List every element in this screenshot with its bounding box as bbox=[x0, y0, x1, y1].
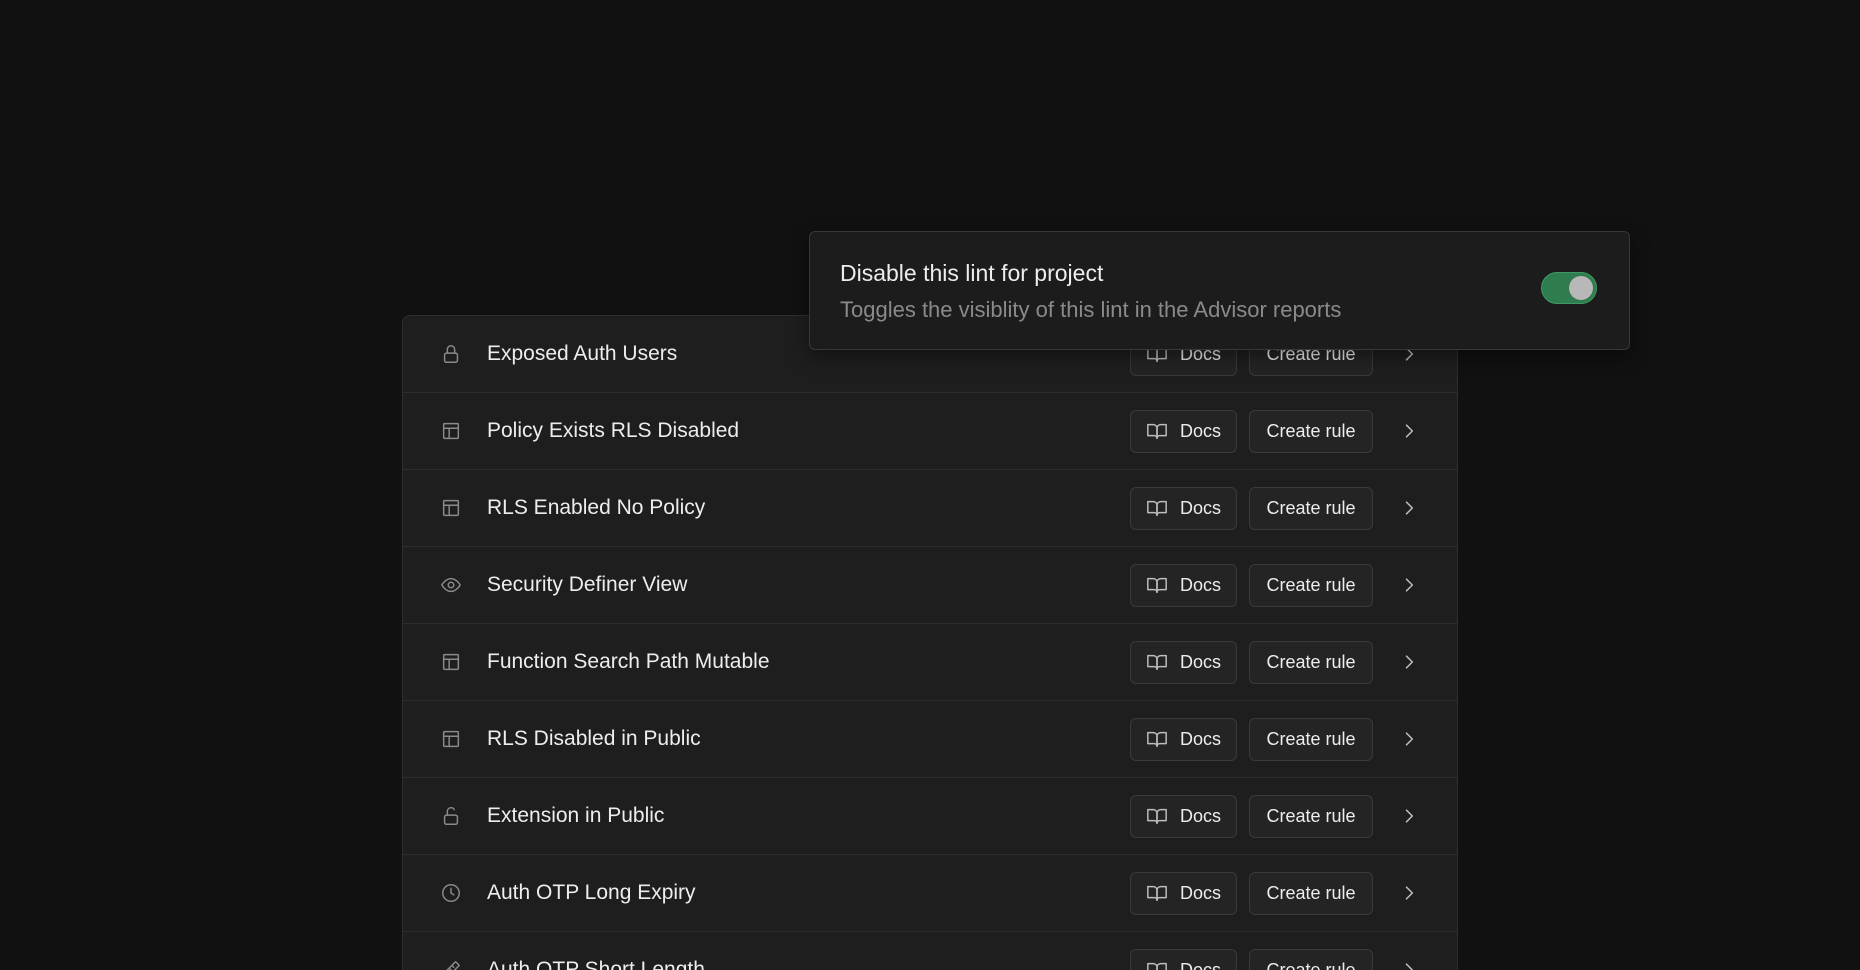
book-icon bbox=[1146, 805, 1168, 827]
book-icon bbox=[1146, 574, 1168, 596]
chevron-right-icon[interactable] bbox=[1397, 419, 1421, 443]
create-rule-button[interactable]: Create rule bbox=[1249, 871, 1373, 915]
book-icon bbox=[1146, 420, 1168, 442]
lint-title: Extension in Public bbox=[487, 804, 665, 827]
book-icon bbox=[1146, 959, 1168, 970]
chevron-right-icon[interactable] bbox=[1397, 727, 1421, 751]
ruler-icon bbox=[439, 958, 463, 970]
lint-title: Auth OTP Long Expiry bbox=[487, 881, 696, 904]
lint-title: Policy Exists RLS Disabled bbox=[487, 419, 740, 442]
lint-title: Auth OTP Short Length bbox=[487, 958, 705, 970]
lint-title: Security Definer View bbox=[487, 573, 688, 596]
table-icon bbox=[439, 496, 463, 520]
popover-description: Toggles the visiblity of this lint in th… bbox=[840, 297, 1342, 322]
create-rule-label: Create rule bbox=[1266, 959, 1356, 970]
book-icon bbox=[1146, 651, 1168, 673]
lint-row[interactable]: Auth OTP Short Length Docs Create rule bbox=[403, 932, 1457, 970]
docs-button[interactable]: Docs bbox=[1130, 486, 1237, 530]
unlock-icon bbox=[439, 804, 463, 828]
create-rule-label: Create rule bbox=[1266, 574, 1356, 595]
docs-button[interactable]: Docs bbox=[1130, 794, 1237, 838]
book-icon bbox=[1146, 728, 1168, 750]
docs-label: Docs bbox=[1179, 651, 1221, 672]
lint-row[interactable]: Security Definer View Docs Create rule bbox=[403, 547, 1457, 624]
docs-label: Docs bbox=[1179, 882, 1221, 903]
docs-button[interactable]: Docs bbox=[1130, 717, 1237, 761]
lint-title: RLS Disabled in Public bbox=[487, 727, 701, 750]
lint-row[interactable]: RLS Enabled No Policy Docs Create rule bbox=[403, 470, 1457, 547]
lint-row[interactable]: RLS Disabled in Public Docs Create rule bbox=[403, 701, 1457, 778]
lint-list: Exposed Auth Users Docs Create rule Poli… bbox=[402, 315, 1458, 970]
docs-label: Docs bbox=[1179, 497, 1221, 518]
docs-button[interactable]: Docs bbox=[1130, 563, 1237, 607]
lint-row[interactable]: Extension in Public Docs Create rule bbox=[403, 778, 1457, 855]
create-rule-label: Create rule bbox=[1266, 497, 1356, 518]
chevron-right-icon[interactable] bbox=[1397, 496, 1421, 520]
chevron-right-icon[interactable] bbox=[1397, 573, 1421, 597]
docs-button[interactable]: Docs bbox=[1130, 409, 1237, 453]
docs-label: Docs bbox=[1179, 574, 1221, 595]
lint-row[interactable]: Auth OTP Long Expiry Docs Create rule bbox=[403, 855, 1457, 932]
book-icon bbox=[1146, 882, 1168, 904]
docs-label: Docs bbox=[1179, 728, 1221, 749]
create-rule-button[interactable]: Create rule bbox=[1249, 486, 1373, 530]
create-rule-button[interactable]: Create rule bbox=[1249, 563, 1373, 607]
docs-button[interactable]: Docs bbox=[1130, 871, 1237, 915]
table-icon bbox=[439, 650, 463, 674]
chevron-right-icon[interactable] bbox=[1397, 804, 1421, 828]
docs-label: Docs bbox=[1179, 959, 1221, 970]
create-rule-label: Create rule bbox=[1266, 728, 1356, 749]
lint-row[interactable]: Policy Exists RLS Disabled Docs Create r… bbox=[403, 393, 1457, 470]
chevron-right-icon[interactable] bbox=[1397, 881, 1421, 905]
create-rule-button[interactable]: Create rule bbox=[1249, 409, 1373, 453]
create-rule-label: Create rule bbox=[1266, 651, 1356, 672]
create-rule-button[interactable]: Create rule bbox=[1249, 794, 1373, 838]
advisor-screen: Exposed Auth Users Docs Create rule Poli… bbox=[0, 0, 1860, 970]
docs-label: Docs bbox=[1179, 420, 1221, 441]
docs-button[interactable]: Docs bbox=[1130, 948, 1237, 970]
create-rule-label: Create rule bbox=[1266, 882, 1356, 903]
book-icon bbox=[1146, 497, 1168, 519]
create-rule-label: Create rule bbox=[1266, 420, 1356, 441]
create-rule-button[interactable]: Create rule bbox=[1249, 640, 1373, 684]
toggle-knob bbox=[1569, 276, 1593, 300]
docs-button[interactable]: Docs bbox=[1130, 640, 1237, 684]
lint-title: Function Search Path Mutable bbox=[487, 650, 770, 673]
lint-row[interactable]: Function Search Path Mutable Docs Create… bbox=[403, 624, 1457, 701]
disable-lint-popover: Disable this lint for project Toggles th… bbox=[809, 231, 1630, 350]
eye-icon bbox=[439, 573, 463, 597]
chevron-right-icon[interactable] bbox=[1397, 650, 1421, 674]
lint-title: RLS Enabled No Policy bbox=[487, 496, 706, 519]
disable-lint-toggle[interactable] bbox=[1541, 272, 1597, 304]
popover-title: Disable this lint for project bbox=[840, 260, 1104, 286]
docs-label: Docs bbox=[1179, 805, 1221, 826]
lock-icon bbox=[439, 342, 463, 366]
create-rule-button[interactable]: Create rule bbox=[1249, 717, 1373, 761]
table-icon bbox=[439, 419, 463, 443]
create-rule-button[interactable]: Create rule bbox=[1249, 948, 1373, 970]
create-rule-label: Create rule bbox=[1266, 805, 1356, 826]
table-icon bbox=[439, 727, 463, 751]
chevron-right-icon[interactable] bbox=[1397, 958, 1421, 970]
clock-icon bbox=[439, 881, 463, 905]
